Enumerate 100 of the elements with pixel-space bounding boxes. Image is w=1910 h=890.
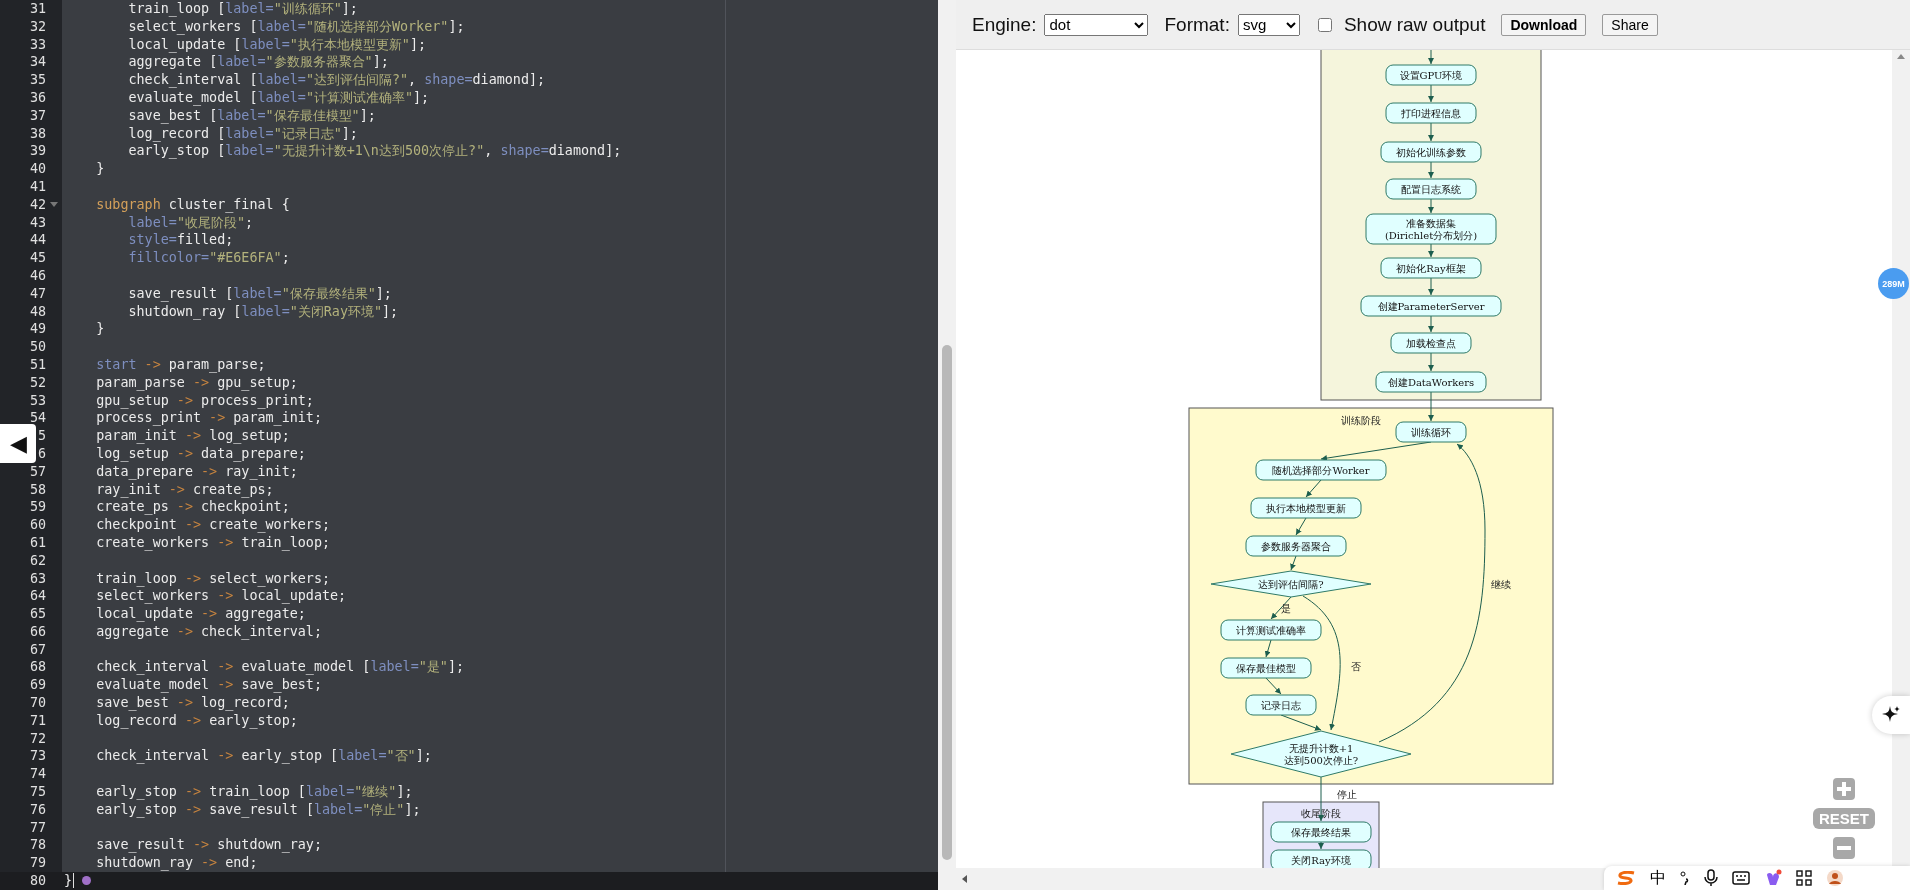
code-line: check_interval -> evaluate_model [label="是"]; [95,658,464,677]
line-number: 6 [37,444,46,463]
code-line: early_stop -> train_loop [label="继续"]; [95,783,413,801]
code-line: early_stop [label="无提升计数+1\n达到500次停止?", shape=diamond]; [127,142,622,161]
avatar-icon[interactable] [1826,869,1844,887]
process-node: 设置GPU环境 [1385,64,1477,86]
process-node: 加载检查点 [1390,332,1472,354]
line-number: 72 [29,729,46,748]
line-number: 50 [29,338,46,356]
line-number: 57 [29,462,46,481]
engine-select[interactable]: dot [1044,13,1149,36]
code-line: check_interval -> early_stop [label="否"]; [95,747,432,766]
zoom-out-button[interactable] [1833,837,1855,859]
line-number: 74 [29,765,46,784]
line-number: 46 [29,266,46,285]
line-number: 69 [29,676,46,695]
scroll-up-icon[interactable] [1897,54,1905,59]
code-line: evaluate_model -> save_best; [95,676,322,695]
line-number: 62 [29,551,46,570]
edge-arrow [1428,243,1434,258]
input-mode-toggle[interactable]: 中 [1650,867,1666,889]
code-line: param_init -> log_setup; [95,427,290,445]
toolbar-button[interactable]: Download [1501,13,1587,36]
code-line: } [64,872,73,890]
line-number: 45 [29,249,46,267]
edge-arrow [1428,277,1434,296]
zoom-in-button[interactable] [1833,778,1855,800]
line-number: 77 [29,818,46,837]
process-node: 打印进程信息 [1385,102,1477,124]
process-node: 保存最终结果 [1270,821,1372,843]
edge-arrow [1428,161,1434,179]
edge-label: 停止 [1337,789,1357,800]
code-line: start -> param_parse; [95,355,266,374]
edge-arrow [1428,50,1434,65]
microphone-icon[interactable] [1704,869,1718,887]
edge-label: 继续 [1491,579,1511,590]
raw-output-checkbox[interactable] [1317,17,1332,32]
code-line: label="收尾阶段"; [127,213,254,232]
line-number: 32 [29,17,46,36]
edge-arrow [1264,639,1272,658]
line-number: 80 [29,872,46,890]
edge-arrow [1295,517,1307,536]
format-select[interactable]: svg [1237,13,1300,36]
edge-arrow [1270,596,1292,620]
panel-toggle-button[interactable]: ◀ [0,424,36,463]
edge-arrow [1305,479,1322,498]
code-line: train_loop [label="训练循环"]; [127,0,358,18]
scroll-left-icon[interactable] [962,875,967,883]
edge-arrow [1265,677,1282,695]
grid-icon[interactable] [1796,870,1812,886]
line-number: 34 [29,53,46,72]
process-node: 准备数据集 (Dirichlet分布划分) [1365,213,1497,245]
punctuation-icon[interactable] [1680,871,1690,885]
line-number: 67 [29,640,46,659]
line-number: 68 [29,658,46,677]
process-node: 初始化训练参数 [1380,141,1482,163]
code-line: select_workers -> local_update; [95,587,347,606]
assistant-button[interactable] [1872,696,1910,734]
line-number: 61 [29,533,46,552]
line-number: 40 [29,160,46,178]
line-number: 42 [29,195,46,214]
process-node: 记录日志 [1245,694,1317,716]
scrollbar-thumb[interactable] [942,345,952,860]
code-line: save_result -> shutdown_ray; [95,836,322,855]
edge-arrow [1318,841,1324,850]
code-line: process_print -> param_init; [95,409,322,428]
process-node: 初始化Ray框架 [1380,257,1482,279]
line-number: 53 [29,391,46,410]
edge-arrow [1428,391,1434,422]
process-node: 创建ParameterServer [1360,295,1502,317]
edge-arrow [1428,315,1434,333]
code-line: fillcolor="#E6E6FA"; [127,249,290,267]
input-method-logo-icon[interactable] [1616,871,1636,885]
decision-node: 无提升计数+1 达到500次停止? [1230,730,1412,778]
line-number: 65 [29,605,46,623]
text-cursor [73,873,75,889]
edge-label: 是 [1281,603,1291,614]
process-node: 计算测试准确率 [1220,619,1322,641]
toolbar-button[interactable]: Share [1602,13,1658,36]
app-icon[interactable] [1764,869,1782,887]
line-number: 79 [29,854,46,873]
fold-caret-icon[interactable] [50,201,58,208]
line-number: 51 [29,355,46,374]
edge-arrow [1290,555,1297,571]
keyboard-icon[interactable] [1732,871,1750,885]
code-line: data_prepare -> ray_init; [95,462,298,481]
code-line: aggregate [label="参数服务器聚合"]; [127,53,389,72]
line-number: 76 [29,800,46,819]
line-number: 5 [37,427,46,445]
line-number: 59 [29,498,46,517]
line-number: 36 [29,89,46,107]
code-line: early_stop -> save_result [label="停止"]; [95,800,421,819]
line-number: 44 [29,231,46,250]
format-label: Format: [1164,13,1230,36]
process-node: 执行本地模型更新 [1250,497,1362,519]
minus-icon [1837,846,1851,850]
edge-arrow [1428,122,1434,142]
line-number: 58 [29,480,46,499]
line-number: 31 [29,0,46,18]
code-line: } [95,160,105,178]
